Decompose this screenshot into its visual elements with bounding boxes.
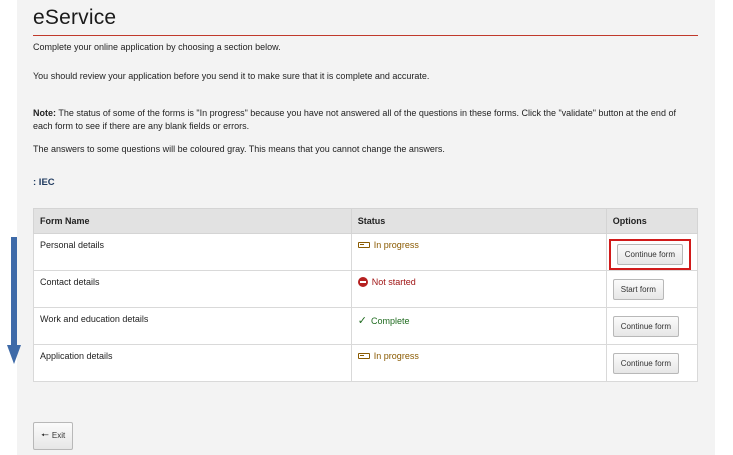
gray-answers-note: The answers to some questions will be co… <box>33 144 445 154</box>
title-divider <box>33 35 698 36</box>
options-cell: Continue form <box>605 307 699 345</box>
status-badge: Not started <box>357 277 416 287</box>
status-text: In progress <box>373 351 419 361</box>
in-progress-icon <box>357 242 370 248</box>
column-header-status: Status <box>350 208 607 234</box>
not-started-icon <box>357 277 368 287</box>
annotation-down-arrow-icon <box>7 237 21 364</box>
continue-form-button[interactable]: Continue form <box>612 353 679 374</box>
table-row: Application details In progress Continue… <box>33 344 699 382</box>
intro-text: Complete your online application by choo… <box>33 42 281 52</box>
table-header-row: Form Name Status Options <box>33 208 699 234</box>
status-cell: In progress <box>350 233 607 271</box>
form-name-cell: Work and education details <box>33 307 352 345</box>
arrow-left-icon: 🠔 <box>41 430 49 440</box>
review-text: You should review your application befor… <box>33 71 430 81</box>
options-cell: Continue form <box>605 233 699 271</box>
status-text: Not started <box>371 277 416 287</box>
column-header-form-name: Form Name <box>33 208 352 234</box>
status-text: In progress <box>373 240 419 250</box>
forms-table: Form Name Status Options Personal detail… <box>33 208 699 382</box>
table-row: Contact details Not started Start form <box>33 270 699 308</box>
checkmark-icon: ✓ <box>357 315 368 327</box>
table-row: Personal details In progress Continue fo… <box>33 233 699 271</box>
section-label: : IEC <box>33 177 55 188</box>
table-row: Work and education details ✓ Complete Co… <box>33 307 699 345</box>
status-badge: In progress <box>357 240 419 250</box>
highlight-box: Continue form <box>608 239 691 270</box>
options-cell: Start form <box>605 270 699 308</box>
status-cell: Not started <box>350 270 607 308</box>
page-title: eService <box>33 6 117 29</box>
in-progress-icon <box>357 353 370 359</box>
exit-button[interactable]: 🠔 Exit <box>33 422 74 450</box>
form-name-cell: Application details <box>33 344 352 382</box>
start-form-button[interactable]: Start form <box>612 279 664 300</box>
status-text: Complete <box>371 315 410 326</box>
status-cell: In progress <box>350 344 607 382</box>
status-badge: In progress <box>357 351 419 361</box>
exit-label: Exit <box>51 431 66 440</box>
continue-form-button[interactable]: Continue form <box>616 244 683 265</box>
column-header-options: Options <box>605 208 699 234</box>
options-cell: Continue form <box>605 344 699 382</box>
form-name-cell: Contact details <box>33 270 352 308</box>
status-badge: ✓ Complete <box>358 314 410 327</box>
status-cell: ✓ Complete <box>350 307 607 345</box>
note-text: The status of some of the forms is "In p… <box>33 108 676 131</box>
note-label: Note: <box>33 108 56 118</box>
form-name-cell: Personal details <box>33 233 352 271</box>
note-paragraph: Note: The status of some of the forms is… <box>33 107 697 133</box>
continue-form-button[interactable]: Continue form <box>612 316 679 337</box>
